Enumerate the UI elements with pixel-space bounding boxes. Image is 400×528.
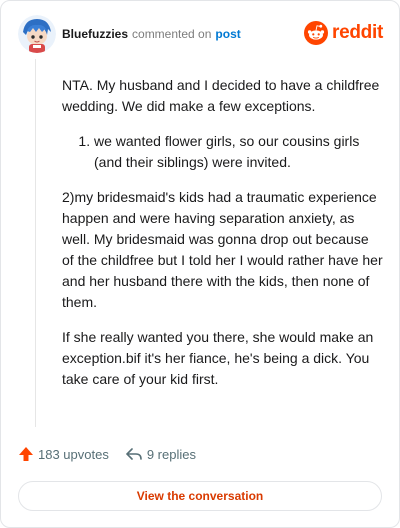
comment-footer: 183 upvotes 9 replies bbox=[18, 443, 196, 465]
comment-body: NTA. My husband and I decided to have a … bbox=[62, 75, 384, 404]
comment-list-item: we wanted flower girls, so our cousins g… bbox=[94, 131, 384, 173]
comment-list: we wanted flower girls, so our cousins g… bbox=[62, 131, 384, 173]
post-link[interactable]: post bbox=[215, 27, 240, 41]
username-link[interactable]: Bluefuzzies bbox=[62, 27, 128, 41]
comment-paragraph: 2)my bridesmaid's kids had a traumatic e… bbox=[62, 189, 383, 310]
reddit-snoo-icon bbox=[304, 21, 329, 45]
comment-byline: Bluefuzzies commented on post bbox=[62, 27, 241, 41]
upvote-arrow-icon bbox=[19, 447, 33, 461]
avatar[interactable] bbox=[18, 15, 56, 53]
reply-arrow-icon bbox=[126, 448, 142, 460]
comment-card: Bluefuzzies commented on post reddit NTA. … bbox=[0, 0, 400, 528]
avatar-icon bbox=[18, 15, 56, 53]
upvotes-stat[interactable]: 183 upvotes bbox=[18, 446, 109, 462]
commented-on-text: commented on bbox=[132, 27, 212, 41]
reddit-wordmark: reddit bbox=[332, 22, 383, 43]
reddit-brand[interactable]: reddit bbox=[304, 19, 383, 47]
thread-line bbox=[35, 59, 36, 427]
comment-paragraph: If she really wanted you there, she woul… bbox=[62, 329, 374, 387]
replies-stat[interactable]: 9 replies bbox=[125, 446, 196, 462]
comment-paragraph: NTA. My husband and I decided to have a … bbox=[62, 77, 380, 114]
comment-header: Bluefuzzies commented on post reddit bbox=[18, 15, 385, 55]
view-conversation-button[interactable]: View the conversation bbox=[18, 481, 382, 511]
replies-count: 9 replies bbox=[146, 446, 196, 462]
upvotes-count: 183 upvotes bbox=[38, 446, 109, 462]
